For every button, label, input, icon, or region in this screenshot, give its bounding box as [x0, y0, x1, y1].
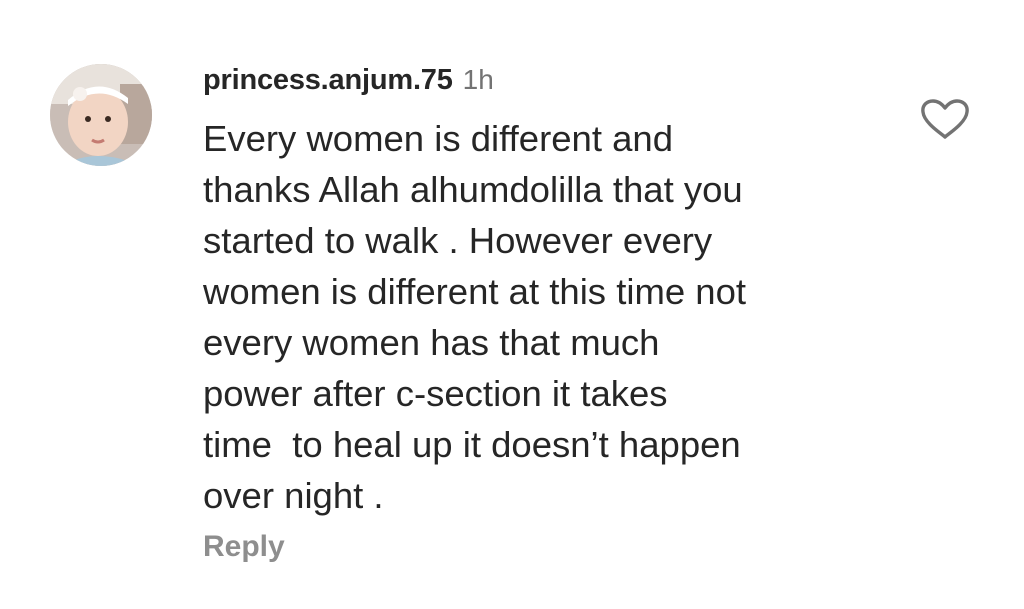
comment-line: women is different at this time not	[203, 271, 747, 312]
comment-header: princess.anjum.75 1h	[203, 64, 494, 104]
comment-line: Every women is different and	[203, 118, 674, 159]
comment-line: over night .	[203, 475, 384, 516]
comment-line: started to walk . However every	[203, 220, 713, 261]
comment-text: Every women is different and thanks Alla…	[203, 113, 893, 521]
comment-line: thanks Allah alhumdolilla that you	[203, 169, 743, 210]
comment-timestamp: 1h	[462, 64, 494, 95]
comment-line: power after c-section it takes	[203, 373, 668, 414]
comment-item: princess.anjum.75 1h Every women is diff…	[0, 0, 1024, 609]
comment-line: time to heal up it doesn’t happen	[203, 424, 741, 465]
heart-outline-icon	[921, 99, 969, 139]
like-button[interactable]	[920, 98, 970, 140]
username-link[interactable]: princess.anjum.75	[203, 64, 453, 97]
comment-line: every women has that much	[203, 322, 660, 363]
avatar[interactable]	[50, 64, 152, 166]
reply-button[interactable]: Reply	[203, 530, 285, 564]
avatar-image	[50, 64, 152, 166]
